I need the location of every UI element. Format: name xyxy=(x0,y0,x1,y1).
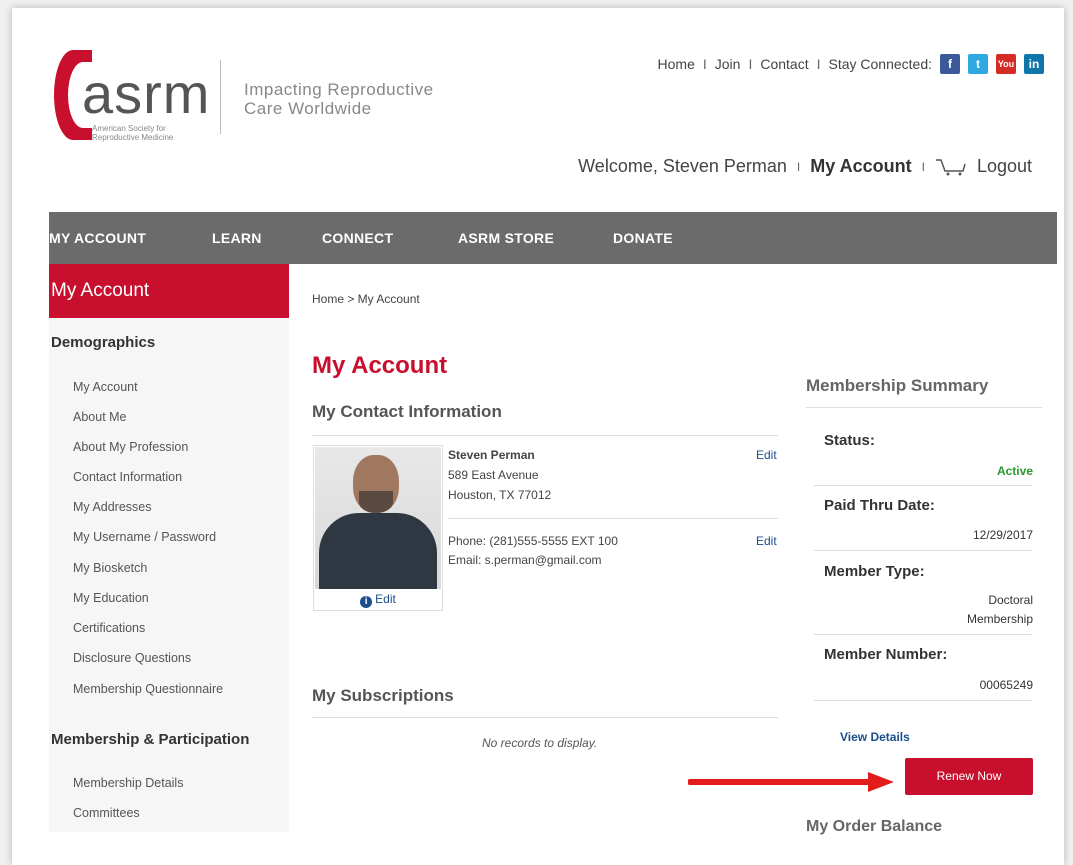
welcome-bar: Welcome, Steven Perman I My Account I Lo… xyxy=(578,156,1032,177)
page: asrm American Society for Reproductive M… xyxy=(12,8,1064,865)
sidebar-section-demographics: Demographics xyxy=(51,334,156,351)
mainnav-donate[interactable]: DONATE xyxy=(613,230,673,246)
sidebar-item-my-account[interactable]: My Account xyxy=(73,380,138,394)
divider xyxy=(806,407,1042,408)
mainnav-learn[interactable]: LEARN xyxy=(212,230,262,246)
logout-link[interactable]: Logout xyxy=(977,156,1032,177)
sidebar-item-membership-questionnaire[interactable]: Membership Questionnaire xyxy=(73,682,223,696)
my-account-link[interactable]: My Account xyxy=(810,156,911,177)
paid-thru-value: 12/29/2017 xyxy=(972,528,1033,542)
membership-summary-title: Membership Summary xyxy=(806,376,989,395)
nav-separator: I xyxy=(816,56,821,72)
edit-address-link[interactable]: Edit xyxy=(756,448,777,462)
cart-icon[interactable] xyxy=(935,157,967,177)
main-nav: MY ACCOUNT LEARN CONNECT ASRM STORE DONA… xyxy=(49,212,1057,264)
sidebar-header: My Account xyxy=(49,264,289,318)
nav-separator: I xyxy=(748,56,753,72)
divider xyxy=(814,485,1032,486)
logo-subtitle: American Society for Reproductive Medici… xyxy=(92,124,174,142)
sidebar-item-about-me[interactable]: About Me xyxy=(73,410,127,424)
divider xyxy=(312,435,778,436)
nav-join-link[interactable]: Join xyxy=(715,56,741,72)
sidebar-item-membership-details[interactable]: Membership Details xyxy=(73,776,183,790)
contact-phone: Phone: (281)555-5555 EXT 100 xyxy=(448,534,618,548)
profile-photo: i Edit xyxy=(313,445,443,611)
sidebar-item-about-profession[interactable]: About My Profession xyxy=(73,440,188,454)
member-number-label: Member Number: xyxy=(824,646,948,663)
status-label: Status: xyxy=(824,432,875,449)
nav-home-link[interactable]: Home xyxy=(658,56,695,72)
status-value: Active xyxy=(996,464,1033,478)
paid-thru-label: Paid Thru Date: xyxy=(824,497,935,514)
welcome-text: Welcome, Steven Perman xyxy=(578,156,787,176)
contact-address-line1: 589 East Avenue xyxy=(448,468,539,482)
youtube-icon[interactable]: You xyxy=(996,54,1016,74)
contact-name: Steven Perman xyxy=(448,448,535,462)
sidebar-item-biosketch[interactable]: My Biosketch xyxy=(73,561,147,575)
renew-now-button[interactable]: Renew Now xyxy=(905,758,1033,795)
twitter-icon[interactable]: t xyxy=(968,54,988,74)
view-details-link[interactable]: View Details xyxy=(840,730,910,744)
photo-edit-link[interactable]: i Edit xyxy=(314,592,442,608)
facebook-icon[interactable]: f xyxy=(940,54,960,74)
asrm-logo[interactable]: asrm American Society for Reproductive M… xyxy=(52,48,212,148)
member-type-value-line1: Doctoral xyxy=(988,593,1033,607)
arrow-icon xyxy=(688,772,894,792)
sidebar-item-education[interactable]: My Education xyxy=(73,591,149,605)
welcome-separator: I xyxy=(921,159,925,174)
member-number-value: 00065249 xyxy=(979,678,1033,692)
sidebar-item-committees[interactable]: Committees xyxy=(73,806,140,820)
nav-separator: I xyxy=(702,56,707,72)
sidebar-item-disclosure-questions[interactable]: Disclosure Questions xyxy=(73,651,191,665)
contact-heading: My Contact Information xyxy=(312,402,502,421)
divider xyxy=(312,717,778,718)
member-type-label: Member Type: xyxy=(824,563,925,580)
breadcrumb: Home > My Account xyxy=(312,292,420,306)
divider xyxy=(814,550,1032,551)
header-divider xyxy=(220,60,221,134)
info-icon: i xyxy=(360,596,373,608)
linkedin-icon[interactable]: in xyxy=(1024,54,1044,74)
sidebar-item-contact-information[interactable]: Contact Information xyxy=(73,470,182,484)
stay-connected-label: Stay Connected: xyxy=(828,56,932,72)
mainnav-connect[interactable]: CONNECT xyxy=(322,230,393,246)
order-balance-heading: My Order Balance xyxy=(806,818,943,835)
subscriptions-heading: My Subscriptions xyxy=(312,686,454,705)
sidebar: My Account Demographics My Account About… xyxy=(49,264,289,832)
edit-phone-link[interactable]: Edit xyxy=(756,534,777,548)
sidebar-section-membership: Membership & Participation xyxy=(51,731,250,748)
mainnav-my-account[interactable]: MY ACCOUNT xyxy=(49,230,146,246)
contact-address-line2: Houston, TX 77012 xyxy=(448,488,552,502)
sidebar-item-my-addresses[interactable]: My Addresses xyxy=(73,500,152,514)
page-title: My Account xyxy=(312,352,448,379)
sidebar-item-certifications[interactable]: Certifications xyxy=(73,621,145,635)
welcome-separator: I xyxy=(796,159,801,174)
member-type-value-line2: Membership xyxy=(966,612,1033,626)
subscriptions-empty: No records to display. xyxy=(482,736,598,750)
contact-email: Email: s.perman@gmail.com xyxy=(448,553,602,567)
top-nav: Home I Join I Contact I Stay Connected: … xyxy=(658,54,1044,74)
divider xyxy=(448,518,778,519)
tagline: Impacting Reproductive Care Worldwide xyxy=(244,80,434,118)
sidebar-item-username-password[interactable]: My Username / Password xyxy=(73,530,216,544)
avatar xyxy=(315,447,441,589)
logo-word: asrm xyxy=(82,62,211,125)
nav-contact-link[interactable]: Contact xyxy=(760,56,808,72)
divider xyxy=(814,700,1032,701)
divider xyxy=(814,634,1032,635)
mainnav-asrm-store[interactable]: ASRM STORE xyxy=(458,230,554,246)
